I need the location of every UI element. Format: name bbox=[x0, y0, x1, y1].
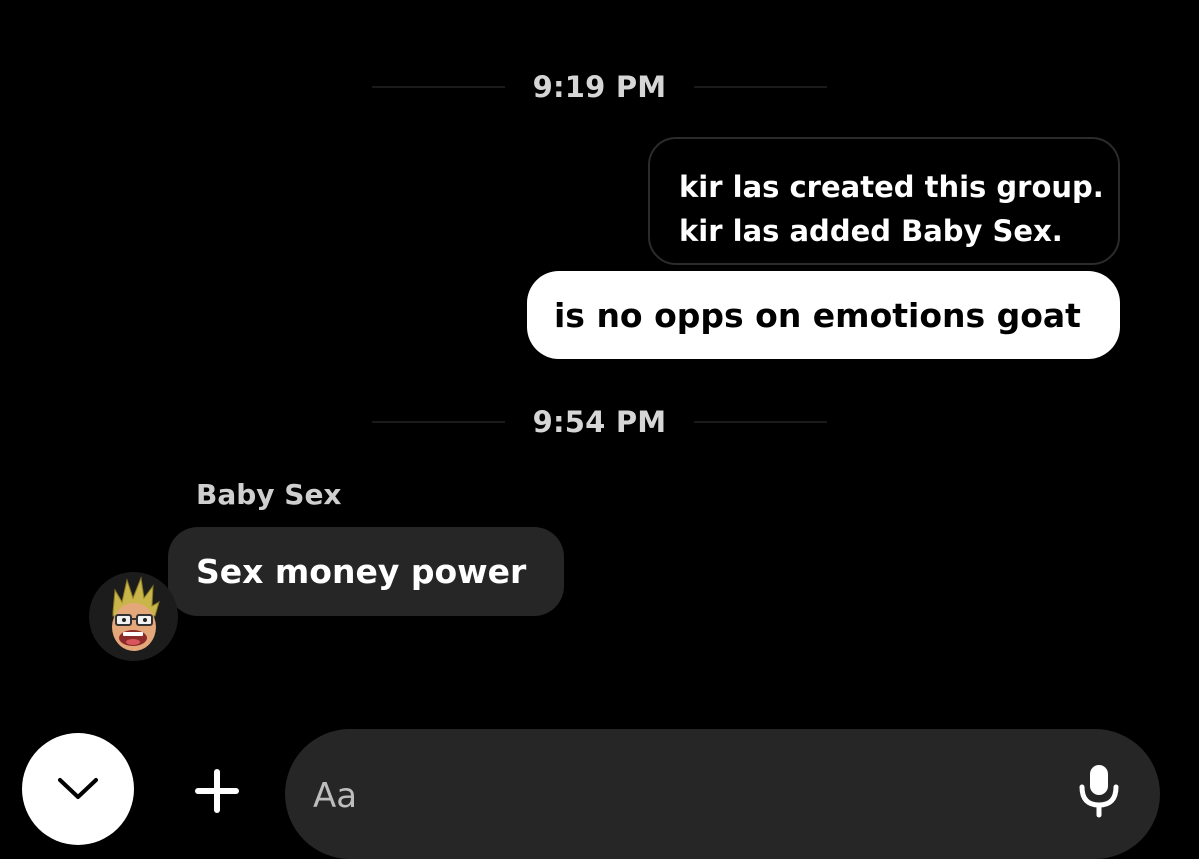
sender-avatar[interactable] bbox=[89, 572, 178, 661]
message-input[interactable] bbox=[313, 771, 1053, 821]
timestamp: 9:54 PM bbox=[532, 405, 667, 439]
message-text: is no opps on emotions goat bbox=[554, 295, 1081, 335]
add-attachment-button[interactable] bbox=[192, 766, 242, 816]
timestamp-divider: 9:54 PM bbox=[0, 405, 1199, 439]
system-message: kir las created this group. bbox=[679, 170, 1104, 204]
message-composer bbox=[285, 729, 1160, 859]
incoming-message-bubble[interactable]: Sex money power bbox=[168, 527, 564, 616]
avatar-image bbox=[112, 576, 160, 651]
sender-name: Baby Sex bbox=[196, 478, 342, 511]
voice-message-button[interactable] bbox=[1077, 763, 1121, 819]
system-message-bubble: kir las created this group. kir las adde… bbox=[648, 137, 1120, 265]
plus-icon bbox=[195, 769, 239, 813]
divider-line-left bbox=[371, 86, 505, 88]
microphone-icon bbox=[1079, 765, 1119, 818]
timestamp-divider: 9:19 PM bbox=[0, 70, 1199, 104]
timestamp: 9:19 PM bbox=[532, 70, 667, 104]
divider-line-right bbox=[694, 421, 828, 423]
scroll-down-button[interactable] bbox=[22, 733, 134, 845]
system-message: kir las added Baby Sex. bbox=[679, 214, 1063, 248]
outgoing-message-bubble[interactable]: is no opps on emotions goat bbox=[527, 271, 1120, 359]
divider-line-right bbox=[694, 86, 828, 88]
chevron-down-icon bbox=[58, 778, 98, 799]
message-text: Sex money power bbox=[196, 552, 527, 591]
divider-line-left bbox=[371, 421, 505, 423]
